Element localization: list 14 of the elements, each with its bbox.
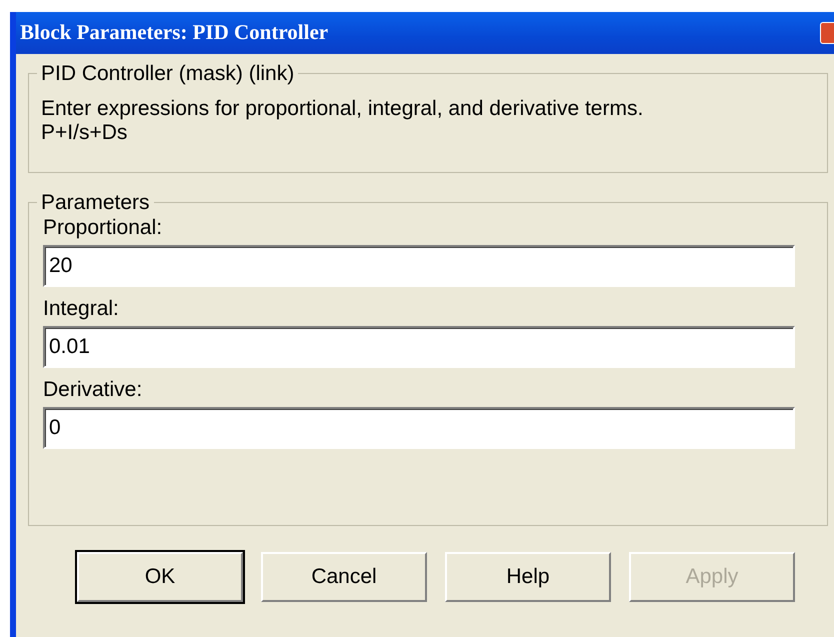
parameter-input-field[interactable]: 0.01 [43, 326, 795, 368]
dialog-button[interactable]: OK [77, 552, 243, 602]
field-label: Integral: [43, 297, 120, 320]
field-label: Derivative: [43, 378, 144, 402]
window-title: Block Parameters: PID Controller [20, 19, 328, 46]
dialog-button[interactable]: Cancel [261, 552, 427, 602]
field-label: Proportional: [43, 216, 164, 240]
group-legend: Parameters [37, 191, 154, 214]
parameter-input-field[interactable]: 0 [43, 407, 795, 450]
description-text: P+I/s+Ds [41, 121, 128, 146]
dialog-button[interactable]: Help [445, 552, 611, 602]
description-text: Enter expressions for proportional, integral, and derivative terms. [41, 97, 644, 122]
group-legend: PID Controller (mask) (link) [37, 62, 298, 86]
parameter-input-field[interactable]: 20 [43, 245, 795, 288]
